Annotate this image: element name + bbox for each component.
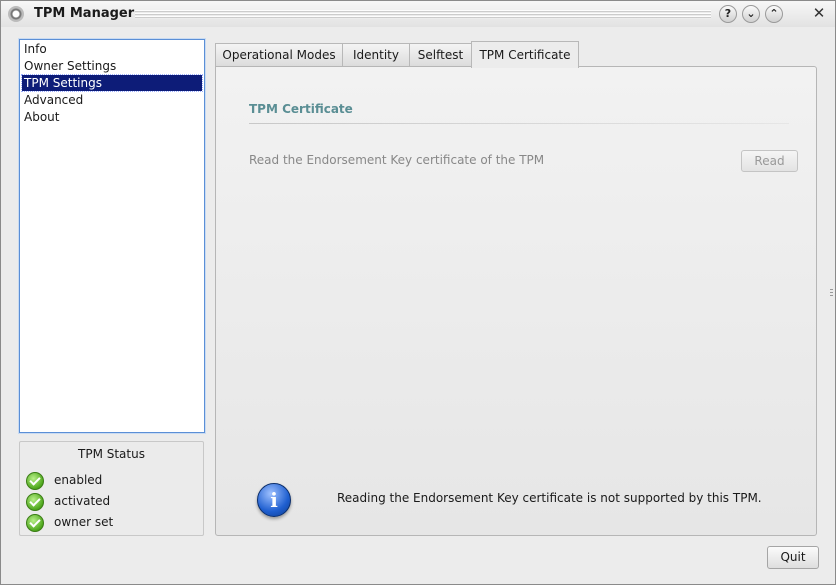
settings-nav-list[interactable]: Info Owner Settings TPM Settings Advance… [19, 39, 205, 433]
check-icon [26, 493, 44, 511]
info-icon: i [257, 483, 291, 517]
tpm-status-box: TPM Status enabled activated owner set [19, 441, 204, 536]
title-decoration [135, 10, 711, 19]
tpm-status-title: TPM Status [78, 447, 145, 461]
close-button[interactable]: ✕ [811, 5, 827, 21]
app-icon[interactable] [8, 6, 24, 22]
description-text: Read the Endorsement Key certificate of … [249, 153, 545, 167]
tab-selftest[interactable]: Selftest [409, 43, 472, 66]
read-button[interactable]: Read [741, 150, 798, 172]
quit-button[interactable]: Quit [767, 546, 819, 569]
main-window: TPM Manager ? ⌄ ⌃ ✕ Info Owner Settings … [0, 0, 836, 585]
nav-item-info[interactable]: Info [22, 41, 202, 57]
check-icon [26, 514, 44, 532]
info-message: Reading the Endorsement Key certificate … [337, 491, 762, 505]
help-button[interactable]: ? [719, 5, 737, 23]
title-bar[interactable]: TPM Manager ? ⌄ ⌃ ✕ [1, 1, 835, 27]
nav-item-about[interactable]: About [22, 109, 202, 125]
minimize-button[interactable]: ⌄ [742, 5, 760, 23]
resize-grip[interactable] [830, 289, 833, 297]
tab-operational-modes[interactable]: Operational Modes [215, 43, 343, 66]
status-label-enabled: enabled [54, 473, 103, 487]
nav-item-advanced[interactable]: Advanced [22, 92, 202, 108]
tab-identity[interactable]: Identity [342, 43, 410, 66]
window-title: TPM Manager [34, 6, 135, 21]
tpm-certificate-panel: TPM Certificate Read the Endorsement Key… [215, 66, 817, 536]
maximize-button[interactable]: ⌃ [765, 5, 783, 23]
section-title: TPM Certificate [249, 102, 353, 116]
status-label-owner-set: owner set [54, 515, 114, 529]
status-label-activated: activated [54, 494, 111, 508]
nav-item-owner-settings[interactable]: Owner Settings [22, 58, 202, 74]
section-divider [249, 123, 789, 124]
check-icon [26, 472, 44, 490]
tab-tpm-certificate[interactable]: TPM Certificate [471, 41, 579, 68]
nav-item-tpm-settings[interactable]: TPM Settings [21, 74, 203, 92]
